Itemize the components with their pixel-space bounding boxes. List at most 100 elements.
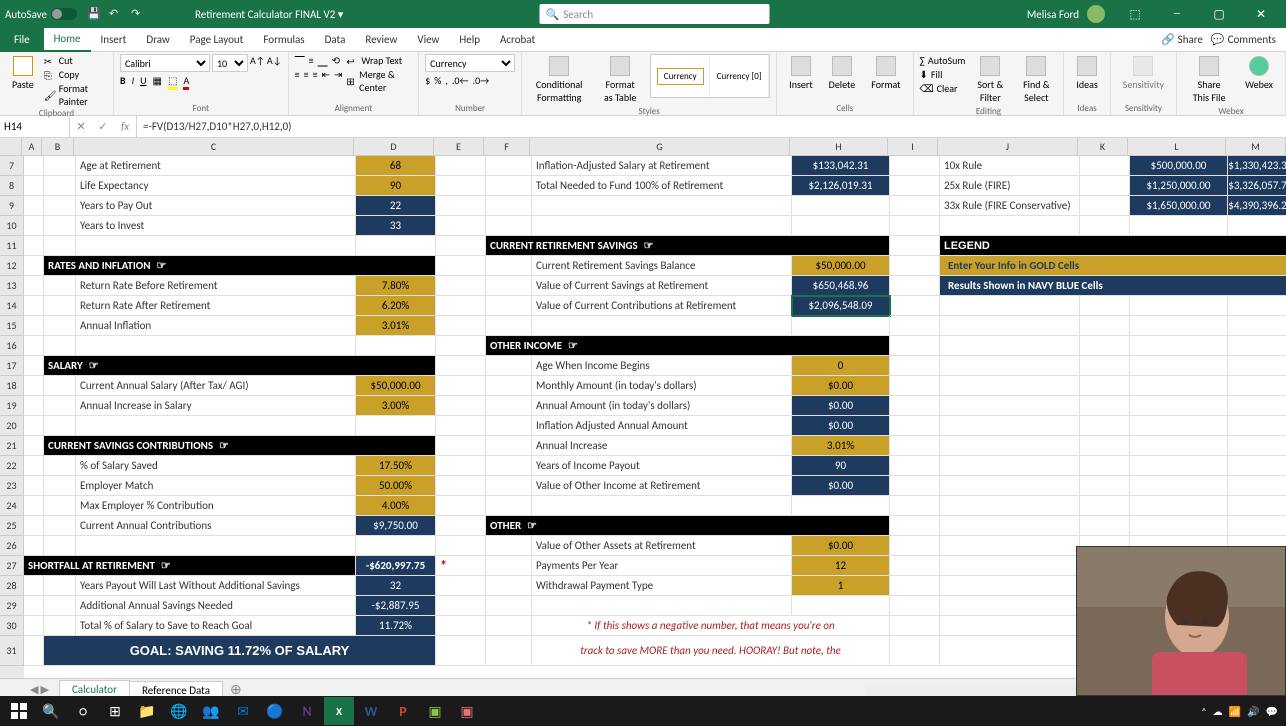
cell[interactable] [940, 356, 1080, 376]
selected-cell[interactable]: $2,096,548.09 [792, 296, 890, 316]
cell[interactable] [486, 396, 532, 416]
cell[interactable] [486, 216, 532, 236]
cell[interactable] [24, 376, 44, 396]
increase-decimal-icon[interactable]: .0← [452, 74, 469, 87]
cell[interactable] [24, 316, 44, 336]
tab-data[interactable]: Data [315, 28, 356, 52]
cell[interactable] [486, 476, 532, 496]
cell[interactable]: $0.00 [792, 416, 890, 436]
cell[interactable] [486, 156, 532, 176]
cell[interactable]: Years to Invest [76, 216, 356, 236]
cell[interactable] [436, 616, 486, 636]
conditional-formatting-button[interactable]: Conditional Formatting [528, 54, 590, 106]
cell[interactable] [940, 416, 1080, 436]
start-button[interactable] [4, 697, 34, 725]
col-header[interactable]: I [888, 138, 938, 156]
cell[interactable] [532, 596, 792, 616]
cell[interactable]: 3.01% [356, 316, 436, 336]
increase-font-icon[interactable]: A↑ [250, 54, 265, 72]
cell[interactable] [1080, 476, 1130, 496]
cell[interactable]: * [436, 556, 486, 576]
cell[interactable] [44, 156, 76, 176]
cell[interactable] [24, 176, 44, 196]
cell[interactable] [940, 536, 1080, 556]
row-header[interactable]: 8 [0, 176, 24, 196]
cell[interactable] [532, 316, 792, 336]
cell[interactable] [436, 416, 486, 436]
cell[interactable] [486, 416, 532, 436]
cell[interactable] [486, 256, 532, 276]
cancel-formula-icon[interactable]: ✕ [70, 116, 92, 138]
cell[interactable] [890, 616, 940, 636]
cell[interactable] [356, 416, 436, 436]
cell[interactable] [76, 336, 356, 356]
cell[interactable] [890, 556, 940, 576]
align-left-icon[interactable]: ≡ [295, 68, 300, 81]
cell[interactable] [436, 376, 486, 396]
cell[interactable] [44, 416, 76, 436]
cell[interactable] [24, 236, 44, 256]
cell[interactable] [436, 336, 486, 356]
cell[interactable] [436, 216, 486, 236]
cell[interactable] [436, 596, 486, 616]
cell[interactable]: Years to Pay Out [76, 196, 356, 216]
cell[interactable]: Age at Retirement [76, 156, 356, 176]
format-as-table-button[interactable]: Format as Table [594, 54, 646, 106]
cell[interactable] [1130, 216, 1228, 236]
cell[interactable] [890, 336, 940, 356]
cell[interactable] [1130, 336, 1228, 356]
cell[interactable] [1228, 336, 1286, 356]
cell[interactable]: Years of Income Payout [532, 456, 792, 476]
cell[interactable]: $3,326,057.7 [1228, 176, 1286, 196]
col-header[interactable]: K [1078, 138, 1128, 156]
goal-banner[interactable]: GOAL: SAVING 11.72% OF SALARY [44, 636, 436, 666]
cell[interactable]: Annual Increase [532, 436, 792, 456]
cell[interactable]: 11.72% [356, 616, 436, 636]
format-cells-button[interactable]: Format [865, 54, 906, 93]
cell[interactable]: 90 [792, 456, 890, 476]
cell[interactable] [890, 416, 940, 436]
legend-navy[interactable]: Results Shown in NAVY BLUE Cells [940, 276, 1286, 296]
font-size-select[interactable]: 10 [212, 54, 248, 72]
cell[interactable] [486, 316, 532, 336]
row-header[interactable]: 16 [0, 336, 24, 356]
cell[interactable]: $0.00 [792, 476, 890, 496]
decrease-decimal-icon[interactable]: .0→ [473, 74, 490, 87]
cell[interactable]: track to save MORE than you need. HOORAY… [532, 636, 890, 666]
cell[interactable] [1080, 176, 1130, 196]
ribbon-options-icon[interactable]: ⬚ [1115, 0, 1155, 28]
toggle-switch[interactable] [51, 8, 77, 20]
cell[interactable] [44, 496, 76, 516]
cell[interactable] [24, 276, 44, 296]
cell[interactable] [24, 536, 44, 556]
cell[interactable]: Age When Income Begins [532, 356, 792, 376]
cell[interactable]: 6.20% [356, 296, 436, 316]
cell[interactable]: 25x Rule (FIRE) [940, 176, 1080, 196]
cell[interactable] [436, 576, 486, 596]
col-header[interactable]: G [530, 138, 790, 156]
cell[interactable] [890, 216, 940, 236]
cell[interactable] [44, 476, 76, 496]
cell[interactable]: 4.00% [356, 496, 436, 516]
cell[interactable] [792, 196, 890, 216]
cell[interactable] [24, 436, 44, 456]
wrap-text-button[interactable]: ↩Wrap Text [346, 54, 412, 67]
cell[interactable] [1080, 216, 1130, 236]
notifications-icon[interactable]: 💬 [1266, 705, 1278, 718]
cell[interactable] [1228, 316, 1286, 336]
row-header[interactable]: 7 [0, 156, 24, 176]
row-header[interactable]: 25 [0, 516, 24, 536]
cell[interactable] [24, 456, 44, 476]
row-header[interactable]: 19 [0, 396, 24, 416]
cell[interactable] [1080, 376, 1130, 396]
cell[interactable]: * If this shows a negative number, that … [532, 616, 890, 636]
cell[interactable]: Additional Annual Savings Needed [76, 596, 356, 616]
cell[interactable]: Withdrawal Payment Type [532, 576, 792, 596]
minimize-button[interactable]: ─ [1157, 0, 1197, 28]
cell[interactable] [890, 636, 940, 666]
outlook-icon[interactable]: ✉ [228, 697, 258, 725]
cell[interactable] [1228, 416, 1286, 436]
cell[interactable] [356, 536, 436, 556]
cell[interactable] [24, 256, 44, 276]
cell[interactable] [1228, 296, 1286, 316]
